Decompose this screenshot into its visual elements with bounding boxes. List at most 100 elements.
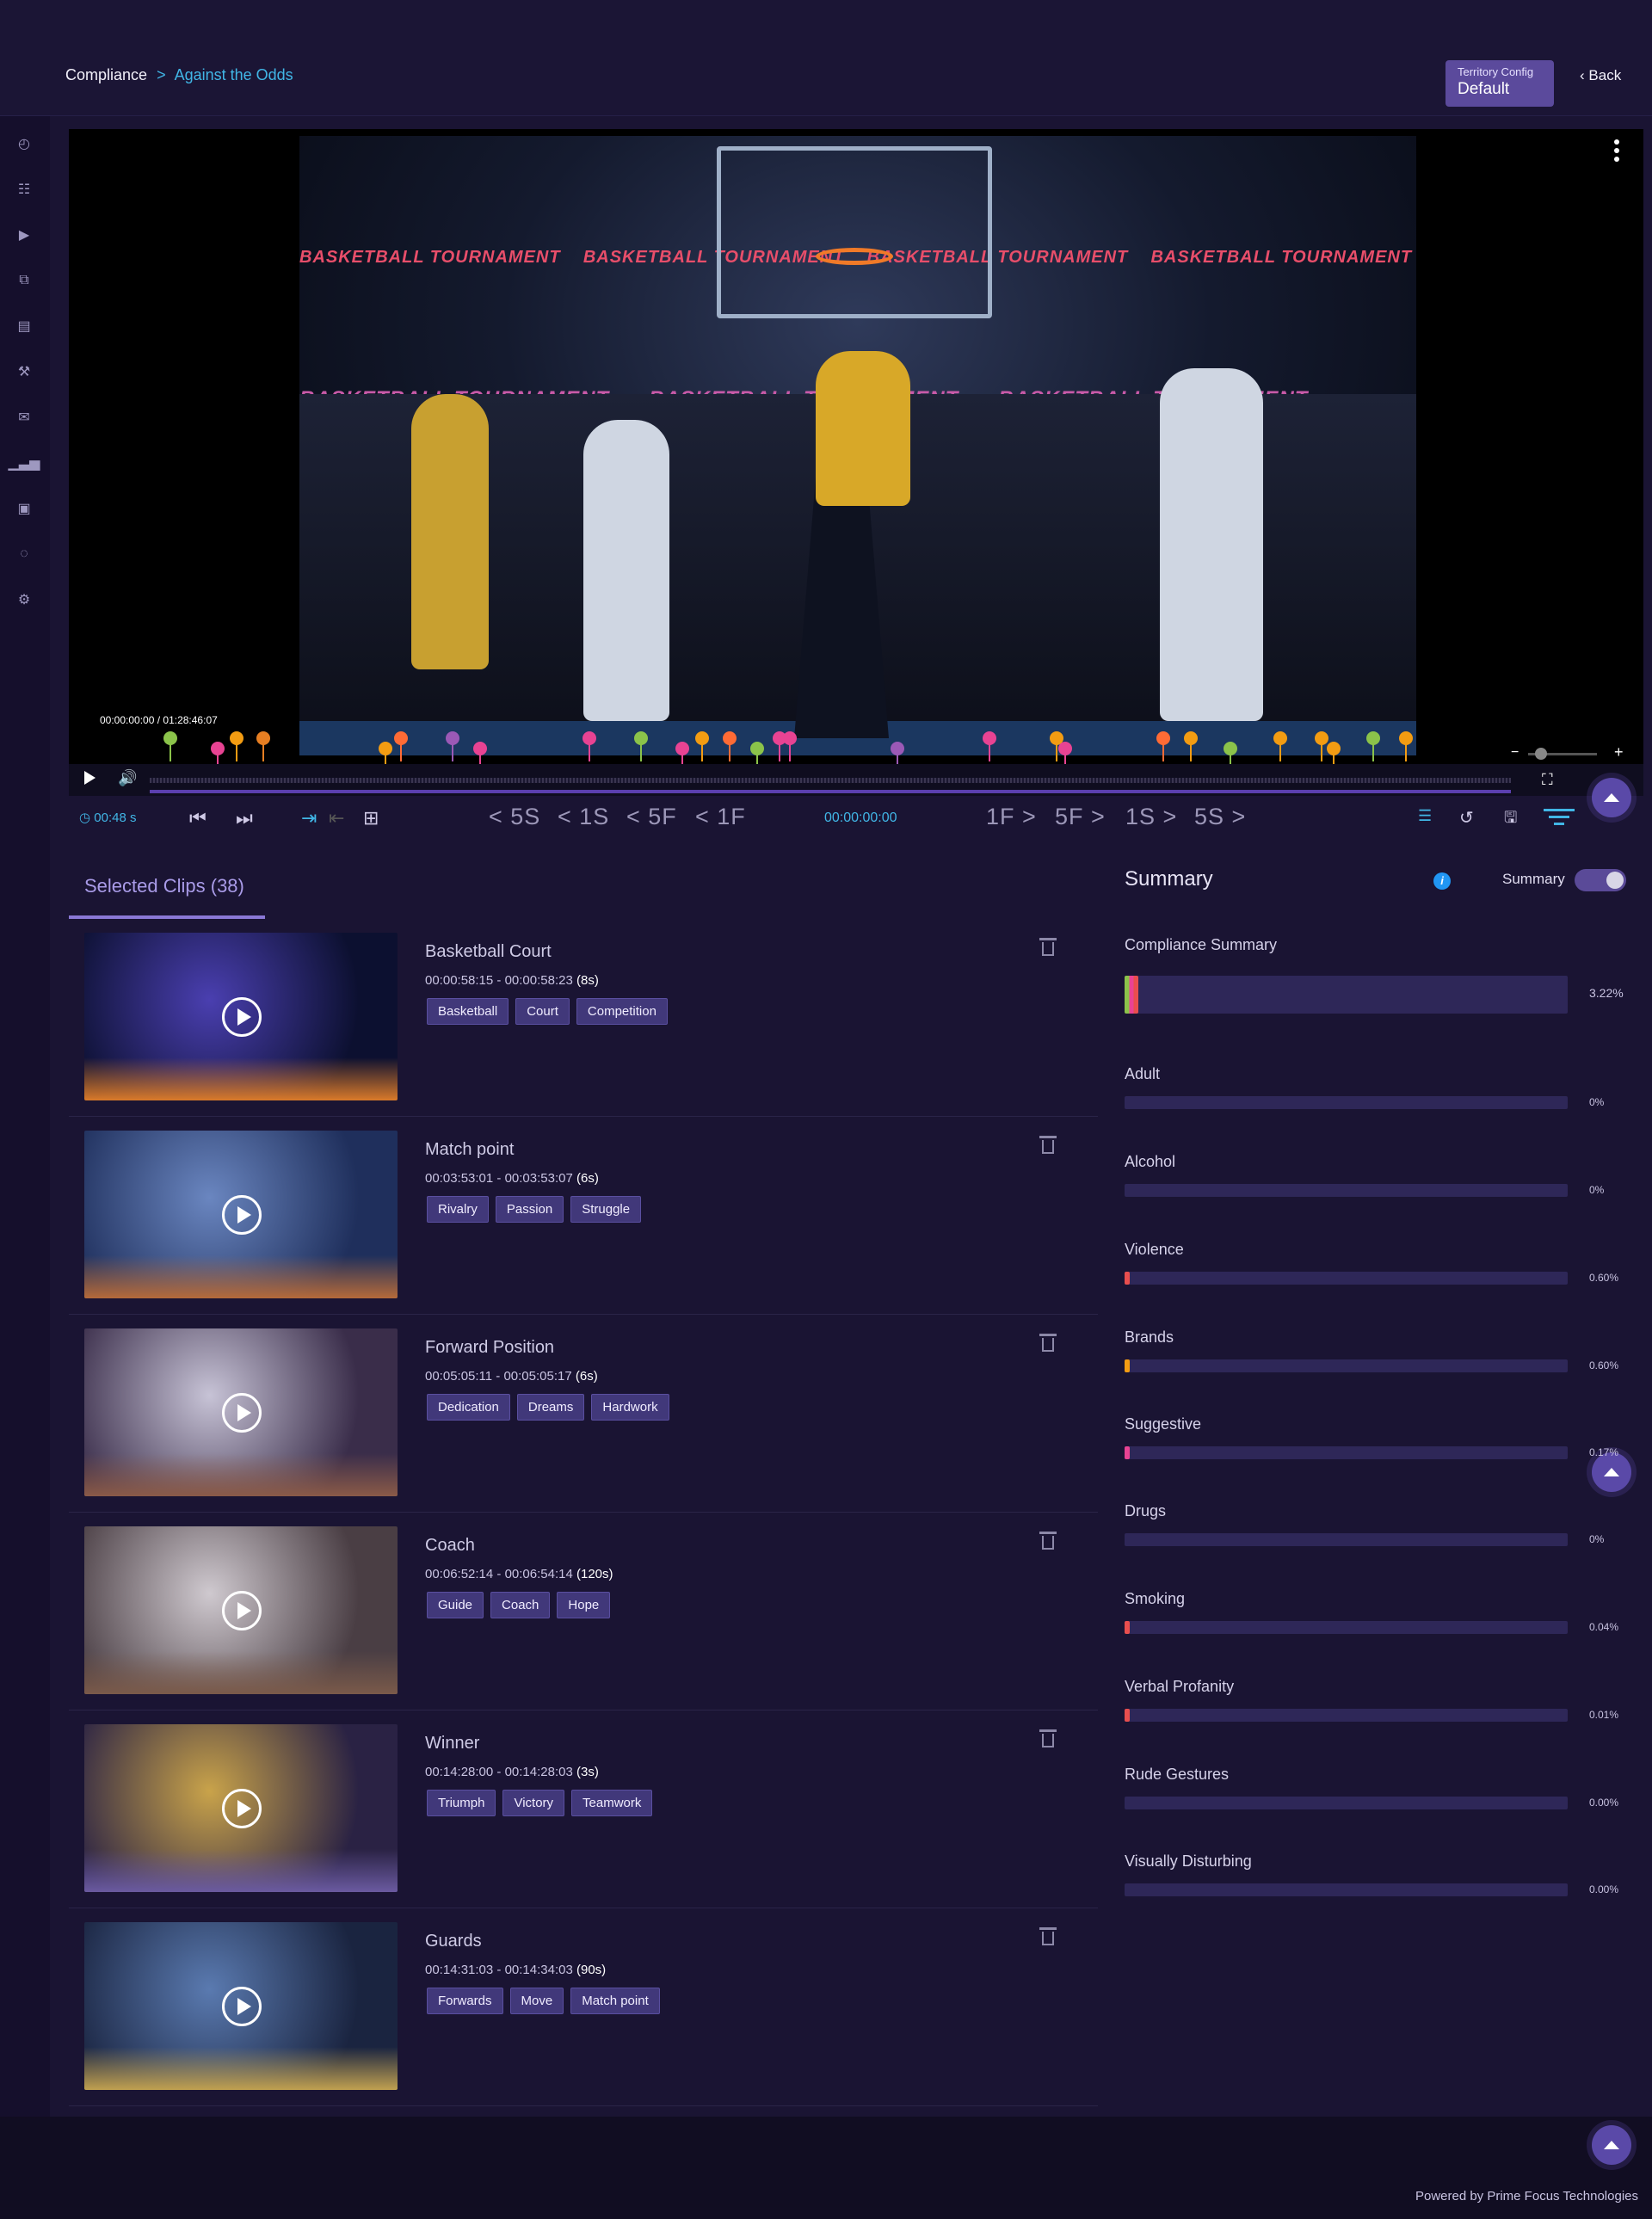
undo-icon[interactable]: ↺	[1459, 807, 1474, 829]
settings-icon[interactable]: ⚙	[12, 588, 36, 612]
seek-back-5f-button[interactable]: < 5F	[626, 804, 677, 830]
timeline-marker[interactable]	[394, 731, 408, 761]
analytics-icon[interactable]: ▁▃▅	[9, 451, 40, 475]
timeline-marker[interactable]	[1399, 731, 1413, 761]
report-icon[interactable]: ☷	[12, 177, 36, 201]
filter-icon[interactable]	[1544, 809, 1575, 828]
clip-row[interactable]: Coach 00:06:52:14 - 00:06:54:14 (120s) G…	[69, 1513, 1098, 1710]
clip-thumbnail[interactable]	[84, 1724, 398, 1892]
clip-thumbnail[interactable]	[84, 1131, 398, 1298]
seek-back-1f-button[interactable]: < 1F	[695, 804, 746, 830]
timeline-marker[interactable]	[446, 731, 459, 761]
clip-tag[interactable]: Guide	[427, 1592, 484, 1618]
seek-forward-1s-button[interactable]: 1S >	[1125, 804, 1177, 830]
timeline-marker[interactable]	[583, 731, 596, 761]
clip-row[interactable]: Winner 00:14:28:00 - 00:14:28:03 (3s) Tr…	[69, 1710, 1098, 1908]
timeline-marker[interactable]	[723, 731, 737, 761]
clip-tag[interactable]: Rivalry	[427, 1196, 489, 1223]
seek-forward-5f-button[interactable]: 5F >	[1055, 804, 1106, 830]
breadcrumb-root[interactable]: Compliance	[65, 66, 147, 83]
timeline-marker[interactable]	[983, 731, 996, 761]
clip-tag[interactable]: Hardwork	[591, 1394, 669, 1421]
trash-icon[interactable]	[1039, 1729, 1057, 1748]
clip-tag[interactable]: Hope	[557, 1592, 611, 1618]
clip-tag[interactable]: Move	[509, 1988, 564, 2014]
trash-icon[interactable]	[1039, 938, 1057, 957]
trash-icon[interactable]	[1039, 1334, 1057, 1353]
video-player[interactable]: BASKETBALL TOURNAMENT BASKETBALL TOURNAM…	[69, 129, 1643, 796]
timeline-marker[interactable]	[473, 742, 487, 772]
mark-out-icon[interactable]: ⇤	[329, 807, 344, 829]
play-circle-icon[interactable]	[222, 997, 262, 1037]
play-circle-icon[interactable]	[222, 1195, 262, 1235]
timeline-marker[interactable]	[1315, 731, 1328, 761]
tab-selected-clips[interactable]: Selected Clips (38)	[69, 860, 265, 919]
timeline-scrubber[interactable]	[150, 778, 1511, 783]
clip-thumbnail[interactable]	[84, 1328, 398, 1496]
clip-row[interactable]: Forward Position 00:05:05:11 - 00:05:05:…	[69, 1315, 1098, 1513]
play-circle-icon[interactable]	[222, 1789, 262, 1828]
trash-icon[interactable]	[1039, 1532, 1057, 1550]
summary-toggle[interactable]	[1575, 869, 1626, 891]
seek-back-5s-button[interactable]: < 5S	[489, 804, 540, 830]
back-button[interactable]: ‹ Back	[1580, 67, 1621, 84]
layers-icon[interactable]: ☰	[1418, 807, 1432, 825]
timeline-marker[interactable]	[1156, 731, 1170, 761]
timeline-marker[interactable]	[1366, 731, 1380, 761]
clip-tag[interactable]: Competition	[576, 998, 668, 1025]
clip-thumbnail[interactable]	[84, 1922, 398, 2090]
play-circle-icon[interactable]	[222, 1987, 262, 2026]
territory-config-button[interactable]: Territory Config Default	[1446, 60, 1554, 107]
timeline-marker[interactable]	[1224, 742, 1237, 772]
clip-tag[interactable]: Forwards	[427, 1988, 503, 2014]
dashboard-icon[interactable]: ◴	[12, 132, 36, 156]
timeline-marker[interactable]	[634, 731, 648, 761]
play-icon[interactable]	[84, 771, 96, 785]
save-icon[interactable]: 🖫	[1504, 807, 1517, 833]
clip-tag[interactable]: Teamwork	[571, 1790, 653, 1816]
mark-in-icon[interactable]: ⇥	[301, 807, 317, 829]
zoom-out-icon[interactable]: −	[1511, 745, 1519, 761]
clip-tag[interactable]: Dreams	[516, 1394, 585, 1421]
clip-row[interactable]: Basketball Court 00:00:58:15 - 00:00:58:…	[69, 919, 1098, 1117]
clip-thumbnail[interactable]	[84, 1526, 398, 1694]
volume-icon[interactable]: 🔊	[118, 769, 137, 787]
media-library-icon[interactable]: ⧉	[12, 268, 36, 293]
review-icon[interactable]: ✉	[12, 405, 36, 429]
clip-row[interactable]: Guards 00:14:31:03 - 00:14:34:03 (90s) F…	[69, 1908, 1098, 2106]
more-options-icon[interactable]	[1614, 139, 1619, 163]
timeline-marker[interactable]	[1273, 731, 1287, 761]
clip-tag[interactable]: Victory	[502, 1790, 565, 1816]
timeline-marker[interactable]	[695, 731, 709, 761]
clip-tag[interactable]: Court	[515, 998, 570, 1025]
play-circle-icon[interactable]	[222, 1393, 262, 1433]
clip-thumbnail[interactable]	[84, 933, 398, 1100]
timeline-marker[interactable]	[1058, 742, 1072, 772]
tasks-icon[interactable]: ▣	[12, 496, 36, 521]
timeline-marker[interactable]	[783, 731, 797, 761]
scroll-top-button-footer[interactable]	[1592, 2125, 1631, 2165]
info-icon[interactable]: i	[1433, 872, 1451, 890]
video-icon[interactable]: ▶	[12, 223, 36, 247]
clip-tag[interactable]: Triumph	[427, 1790, 496, 1816]
skip-forward-icon[interactable]: ⏭	[236, 807, 253, 829]
timeline-zoom[interactable]: − +	[1511, 743, 1631, 762]
add-clip-icon[interactable]: ⊞	[363, 807, 379, 829]
timeline-marker[interactable]	[1327, 742, 1341, 772]
seek-forward-5s-button[interactable]: 5S >	[1194, 804, 1246, 830]
trash-icon[interactable]	[1039, 1136, 1057, 1155]
clip-tag[interactable]: Dedication	[427, 1394, 510, 1421]
clip-tag[interactable]: Match point	[570, 1988, 660, 2014]
trash-icon[interactable]	[1039, 1927, 1057, 1946]
timeline-marker[interactable]	[163, 731, 177, 761]
timeline-marker[interactable]	[211, 742, 225, 772]
clip-row[interactable]: Match point 00:03:53:01 - 00:03:53:07 (6…	[69, 1117, 1098, 1315]
zoom-knob[interactable]	[1535, 748, 1547, 760]
clip-tag[interactable]: Coach	[490, 1592, 551, 1618]
seek-back-1s-button[interactable]: < 1S	[558, 804, 609, 830]
timeline-marker[interactable]	[379, 742, 392, 772]
fullscreen-icon[interactable]: ⛶	[1542, 771, 1553, 789]
breadcrumb-current[interactable]: Against the Odds	[175, 66, 293, 83]
timeline-marker[interactable]	[230, 731, 243, 761]
skip-back-icon[interactable]: ⏮	[189, 807, 206, 829]
